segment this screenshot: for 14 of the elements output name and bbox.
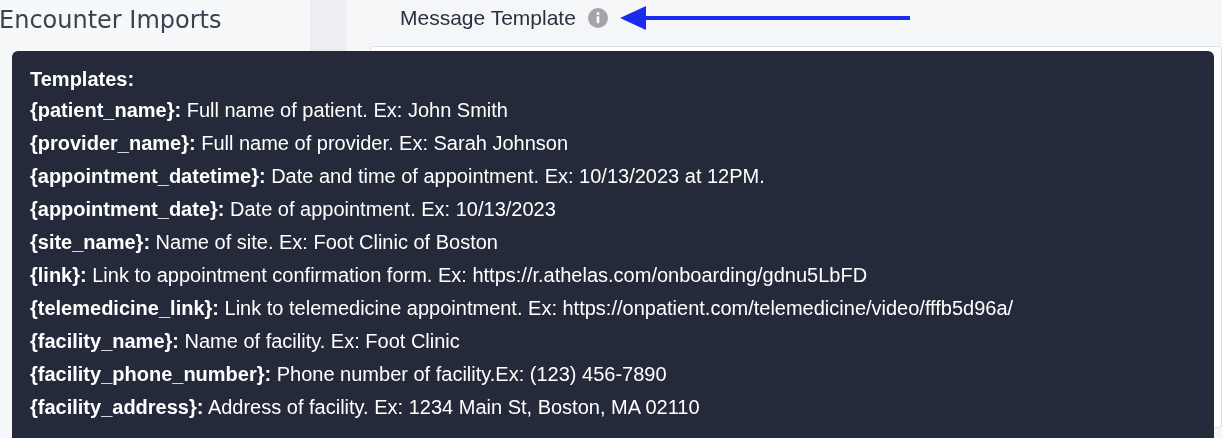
tooltip-title: Templates: <box>30 67 136 92</box>
field-label: Message Template <box>400 6 576 30</box>
template-description: {facility_name}: Name of facility. Ex: Foot Clinic <box>30 329 460 354</box>
template-description: {provider_name}: Full name of provider. Ex: Sarah Johnson <box>30 131 569 156</box>
template-description: {site_name}: Name of site. Ex: Foot Clinic of Boston <box>30 230 498 255</box>
template-description: {telemedicine_link}: Link to telemedicine appointment. Ex: https://onpatient.com/telemedicine/video/fffb5d96a/ <box>30 296 1014 321</box>
template-description: {appointment_date}: Date of appointment. Ex: 10/13/2023 <box>30 197 556 222</box>
template-description: {link}: Link to appointment confirmation form. Ex: https://r.athelas.com/onboarding/gdnu5LbFD <box>30 263 868 288</box>
template-description: {facility_phone_number}: Phone number of facility.Ex: (123) 456-7890 <box>30 362 667 387</box>
template-description: {appointment_datetime}: Date and time of appointment. Ex: 10/13/2023 at 12PM. <box>30 164 765 189</box>
template-description: {facility_address}: Address of facility. Ex: 1234 Main St, Boston, MA 02110 <box>30 395 700 420</box>
template-description: {patient_name}: Full name of patient. Ex: John Smith <box>30 98 508 123</box>
info-icon[interactable] <box>587 8 608 28</box>
sidebar-title: Encounter Imports <box>0 6 222 34</box>
